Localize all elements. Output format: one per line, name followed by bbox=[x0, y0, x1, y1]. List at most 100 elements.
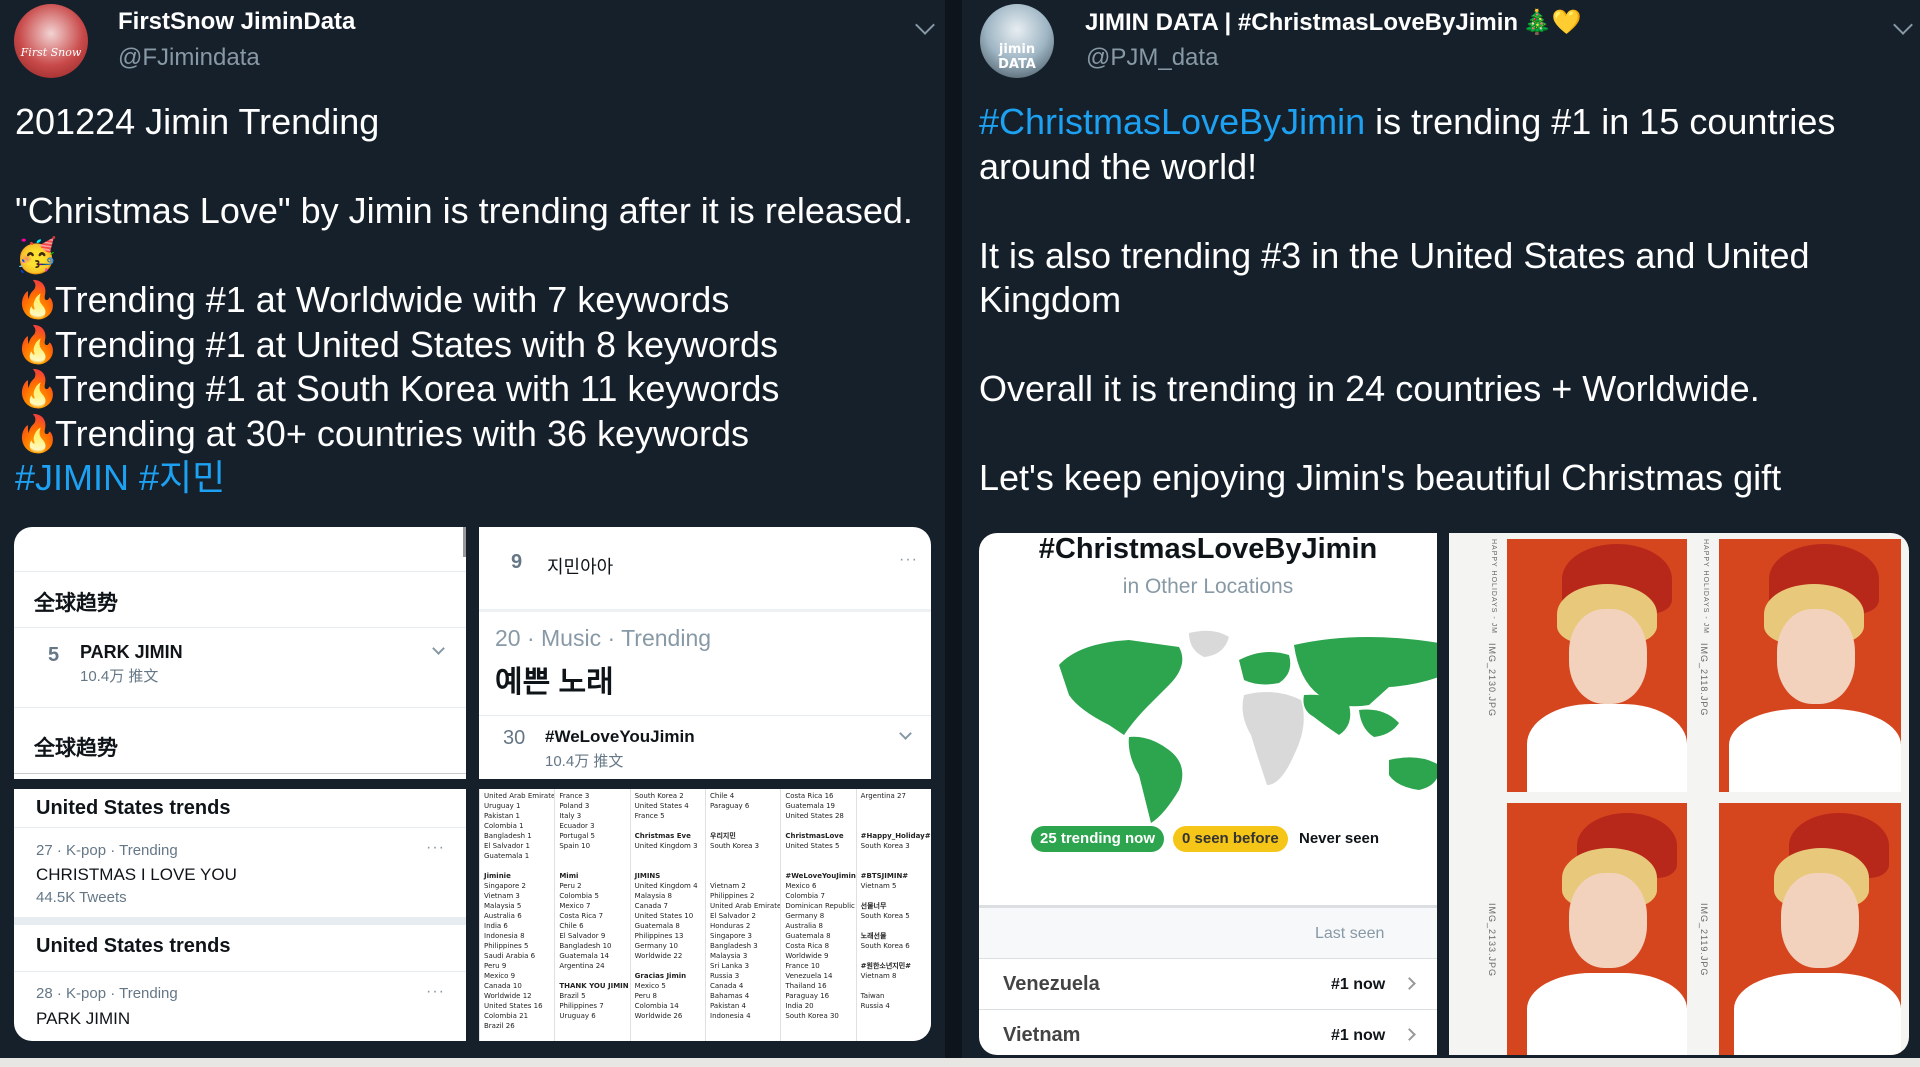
media-image-cn-trends[interactable]: 全球趋势 5 PARK JIMIN 10.4万 推文 全球趋势 bbox=[14, 527, 466, 779]
hashtag-link[interactable]: #ChristmasLoveByJimin bbox=[979, 101, 1365, 142]
table-cell: Worldwide 12 bbox=[484, 992, 532, 1000]
section-header: United States trends bbox=[36, 797, 231, 819]
table-cell: Uruguay 6 bbox=[559, 1012, 596, 1020]
country-row[interactable]: Venezuela #1 now bbox=[979, 959, 1437, 1009]
table-cell: Gracias Jimin bbox=[634, 972, 687, 980]
table-cell: Bahamas 4 bbox=[710, 992, 750, 1000]
table-cell: Taiwan bbox=[860, 992, 885, 1000]
tweet-line: Trending #1 at Worldwide with 7 keywords bbox=[55, 279, 730, 320]
hashtag-link[interactable]: #JIMIN #지민 bbox=[15, 456, 913, 501]
tweet-line: 201224 Jimin Trending bbox=[15, 101, 380, 142]
country-name: Vietnam bbox=[1003, 1024, 1081, 1046]
table-cell: France 10 bbox=[785, 962, 820, 970]
table-cell: Bangladesh 10 bbox=[559, 942, 612, 950]
table-cell: Malaysia 3 bbox=[710, 952, 748, 960]
table-cell: Colombia 14 bbox=[634, 1002, 679, 1010]
table-cell: Guatemala 8 bbox=[634, 922, 680, 930]
legend-seen-before[interactable]: 0 seen before bbox=[1173, 826, 1288, 852]
table-cell: Colombia 1 bbox=[484, 822, 524, 830]
table-cell: 선물너무 bbox=[860, 902, 887, 910]
table-cell: France 3 bbox=[559, 792, 590, 800]
table-cell: Mexico 5 bbox=[634, 982, 666, 990]
handle[interactable]: @PJM_data bbox=[1086, 44, 1218, 72]
table-cell: Bangladesh 3 bbox=[710, 942, 758, 950]
chevron-down-icon[interactable] bbox=[1893, 15, 1913, 35]
table-cell: Paraguay 16 bbox=[785, 992, 830, 1000]
table-cell bbox=[559, 971, 629, 981]
tweet-line: around the world! bbox=[979, 145, 1258, 187]
media-image-photos[interactable]: IMG_2130.JPG HAPPY HOLIDAYS - JM IMG_211… bbox=[1449, 533, 1909, 1055]
photo-file-label: IMG_2118.JPG bbox=[1699, 643, 1709, 717]
table-cell: Paraguay 6 bbox=[710, 802, 750, 810]
tweet-media-grid[interactable]: 全球趋势 5 PARK JIMIN 10.4万 推文 全球趋势 9 지민아아 ·… bbox=[14, 527, 931, 1041]
tweet-media-grid[interactable]: #ChristmasLoveByJimin in Other Locations bbox=[979, 533, 1909, 1055]
avatar[interactable]: jimin DATA bbox=[980, 4, 1054, 78]
table-cell: Saudi Arabia 6 bbox=[484, 952, 536, 960]
trend-meta: 20 · Music · Trending bbox=[495, 625, 712, 651]
table-cell bbox=[635, 821, 705, 831]
tweet-right: jimin DATA JIMIN DATA | #ChristmasLoveBy… bbox=[962, 0, 1920, 1067]
table-column: Chile 4 Paraguay 6 우리지민 South Korea 3 Vietna… bbox=[705, 789, 780, 1041]
table-cell: THANK YOU JIMIN bbox=[559, 982, 629, 990]
handle[interactable]: @FJimindata bbox=[118, 44, 260, 72]
display-name[interactable]: FirstSnow JiminData bbox=[118, 8, 355, 36]
world-map bbox=[1059, 630, 1437, 823]
section-header: 全球趋势 bbox=[34, 737, 118, 760]
media-image-keyword-table[interactable]: United Arab Emirates 1 Uruguay 1 Pakistan … bbox=[479, 789, 931, 1041]
table-cell bbox=[861, 921, 931, 931]
table-cell: Philippines 5 bbox=[484, 942, 529, 950]
table-cell: Colombia 5 bbox=[559, 892, 599, 900]
media-image-trend-map[interactable]: #ChristmasLoveByJimin in Other Locations bbox=[979, 533, 1437, 1055]
trend-name: #WeLoveYouJimin bbox=[545, 727, 695, 746]
table-cell bbox=[785, 821, 855, 831]
avatar[interactable]: First Snow bbox=[14, 4, 88, 78]
table-cell: El Salvador 9 bbox=[559, 932, 606, 940]
table-column: South Korea 2 United States 4 France 5 Chri… bbox=[629, 789, 705, 1041]
fire-icon: 🔥 bbox=[15, 412, 60, 454]
table-cell: France 5 bbox=[634, 812, 665, 820]
display-name[interactable]: JIMIN DATA | #ChristmasLoveByJimin 🎄💛 bbox=[1085, 8, 1582, 37]
table-column: Argentina 27 #Happy_Holiday# South Korea 3… bbox=[855, 789, 931, 1041]
legend-trending-now[interactable]: 25 trending now bbox=[1031, 826, 1165, 852]
table-cell bbox=[861, 851, 931, 861]
table-cell bbox=[559, 851, 629, 861]
chevron-down-icon bbox=[432, 642, 445, 655]
table-cell: Vietnam 3 bbox=[484, 892, 520, 900]
table-cell: Spain 10 bbox=[559, 842, 591, 850]
legend-never-seen[interactable]: Never seen bbox=[1290, 826, 1389, 852]
media-image-us-trends[interactable]: United States trends 27 · K-pop · Trendi… bbox=[14, 789, 466, 1041]
more-icon: ··· bbox=[426, 839, 445, 856]
chevron-down-icon[interactable] bbox=[915, 15, 935, 35]
section-header: United States trends bbox=[36, 935, 231, 957]
tweet-line: Let's keep enjoying Jimin's beautiful Ch… bbox=[979, 457, 1782, 498]
chevron-right-icon bbox=[1403, 977, 1416, 990]
table-cell: Argentina 27 bbox=[860, 792, 906, 800]
media-image-kr-trends[interactable]: 9 지민아아 ··· 20 · Music · Trending 예쁜 노래 3… bbox=[479, 527, 931, 779]
table-cell bbox=[635, 961, 705, 971]
table-cell: Malaysia 5 bbox=[484, 902, 522, 910]
table-cell: South Korea 5 bbox=[860, 912, 910, 920]
country-status: #1 now bbox=[1331, 1027, 1386, 1044]
table-cell: Peru 8 bbox=[634, 992, 657, 1000]
tweet-left: First Snow FirstSnow JiminData @FJiminda… bbox=[0, 0, 945, 1067]
photo bbox=[1719, 539, 1901, 792]
table-cell: United States 5 bbox=[785, 842, 840, 850]
table-cell: Germany 8 bbox=[785, 912, 825, 920]
table-cell bbox=[559, 861, 629, 871]
table-cell: Thailand 16 bbox=[785, 982, 827, 990]
photo-strip-text: HAPPY HOLIDAYS - JM bbox=[1702, 539, 1709, 634]
table-cell: Brazil 26 bbox=[484, 1022, 515, 1030]
table-cell: Guatemala 8 bbox=[785, 932, 831, 940]
table-cell: Vietnam 2 bbox=[710, 882, 746, 890]
trend-meta: 28 · K-pop · Trending bbox=[36, 985, 178, 1002]
table-cell: Bangladesh 1 bbox=[484, 832, 532, 840]
country-row[interactable]: Vietnam #1 now bbox=[979, 1010, 1437, 1055]
tweet-line: Trending #1 at South Korea with 11 keywo… bbox=[55, 368, 780, 409]
table-cell: Uruguay 1 bbox=[484, 802, 521, 810]
map-africa bbox=[1242, 691, 1304, 785]
trend-rank: 30 bbox=[503, 727, 526, 749]
tweet-body: 201224 Jimin Trending "Christmas Love" b… bbox=[15, 100, 913, 501]
map-europe bbox=[1239, 651, 1291, 685]
table-cell: United Kingdom 4 bbox=[634, 882, 698, 890]
table-cell: United States 16 bbox=[484, 1002, 543, 1010]
